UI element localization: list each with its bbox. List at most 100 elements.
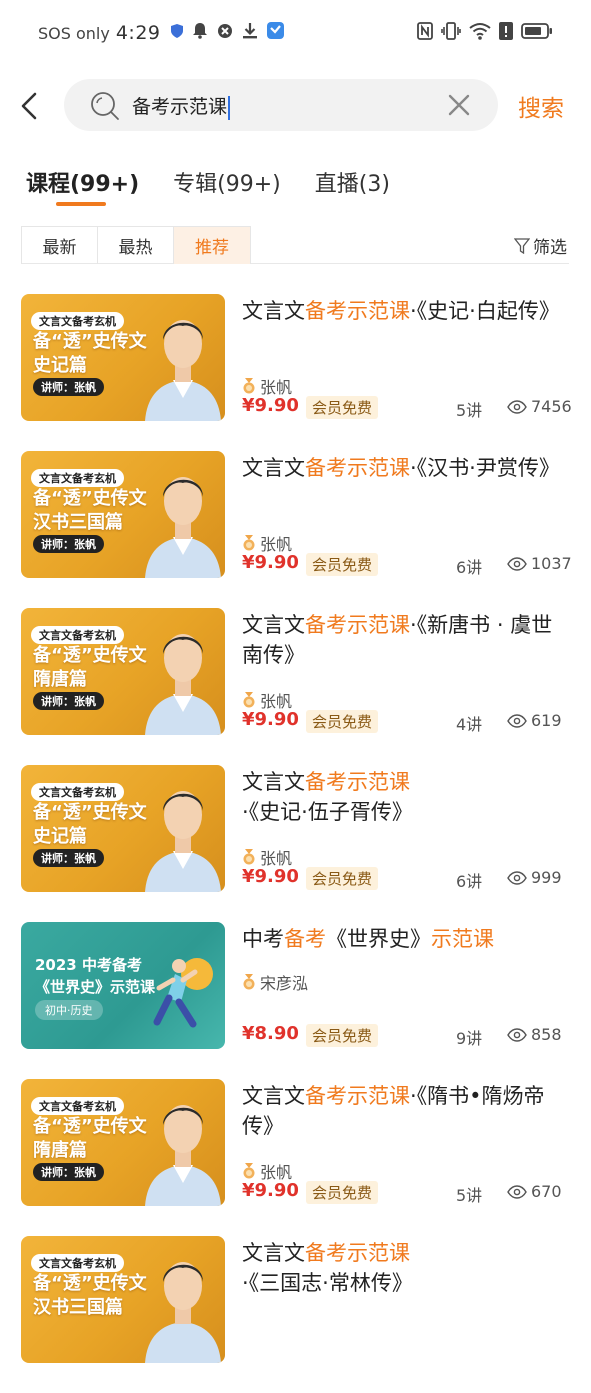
back-arrow-icon[interactable]	[18, 90, 42, 122]
thumbnail-series: 文言文备考玄机	[31, 312, 124, 330]
teacher-photo	[145, 1262, 221, 1363]
course-card[interactable]: 文言文备考玄机 备“透”史传文 隋唐篇 讲师：张帆 文言文备考示范课·《隋书•隋炀…	[0, 1079, 591, 1236]
shield-icon	[170, 23, 183, 43]
view-count: 619	[507, 711, 562, 730]
course-info: 文言文备考示范课·《史记·白起传》 张帆 ¥9.90 会员免费 5讲 7456	[242, 296, 572, 423]
lesson-count: 6讲	[456, 558, 483, 577]
medal-icon	[243, 974, 255, 990]
filter-button[interactable]: 筛选	[514, 233, 567, 258]
vip-free-badge: 会员免费	[306, 396, 379, 419]
search-query-text[interactable]: 备考示范课	[132, 92, 231, 120]
thumbnail-title: 2023 中考备考 《世界史》示范课	[35, 956, 156, 996]
course-title[interactable]: 文言文备考示范课·《三国志·常林传》	[242, 1238, 572, 1298]
thumbnail-title: 备“透”史传文 史记篇	[33, 802, 147, 847]
course-title[interactable]: 文言文备考示范课·《新唐书 · 虞世南传》	[242, 610, 572, 670]
price: ¥9.90	[242, 866, 299, 887]
vip-free-badge: 会员免费	[306, 710, 379, 733]
course-card[interactable]: 文言文备考玄机 备“透”史传文 史记篇 讲师：张帆 文言文备考示范课·《史记·伍子…	[0, 765, 591, 922]
price: ¥9.90	[242, 395, 299, 416]
course-card[interactable]: 文言文备考玄机 备“透”史传文 隋唐篇 讲师：张帆 文言文备考示范课·《新唐书 ·…	[0, 608, 591, 765]
clock: 4:29	[115, 22, 161, 44]
tab-live[interactable]: 直播(3)	[315, 166, 390, 210]
view-count: 999	[507, 868, 562, 887]
course-thumbnail: 文言文备考玄机 备“透”史传文 汉书三国篇 讲师：张帆	[21, 451, 225, 578]
vibrate-icon	[441, 21, 461, 45]
thumbnail-title: 备“透”史传文 史记篇	[33, 331, 147, 376]
course-title[interactable]: 文言文备考示范课·《隋书•隋炀帝传》	[242, 1081, 572, 1141]
course-title[interactable]: 文言文备考示范课·《史记·伍子胥传》	[242, 767, 572, 827]
wifi-icon	[469, 22, 491, 45]
course-title[interactable]: 中考备考《世界史》示范课	[242, 924, 572, 954]
course-title[interactable]: 文言文备考示范课·《汉书·尹赏传》	[242, 453, 572, 483]
course-card[interactable]: 文言文备考玄机 备“透”史传文 史记篇 讲师：张帆 文言文备考示范课·《史记·白起…	[0, 294, 591, 451]
clear-icon[interactable]	[448, 94, 470, 120]
lesson-count: 4讲	[456, 715, 483, 734]
vip-free-badge: 会员免费	[306, 553, 379, 576]
author: 宋彦泓	[242, 970, 308, 994]
carrier-label: SOS only	[38, 23, 110, 43]
course-info: 文言文备考示范课·《三国志·常林传》	[242, 1238, 572, 1365]
view-count: 858	[507, 1025, 562, 1044]
course-thumbnail: 文言文备考玄机 备“透”史传文 隋唐篇 讲师：张帆	[21, 608, 225, 735]
course-thumbnail: 2023 中考备考 《世界史》示范课 初中·历史	[21, 922, 225, 1049]
battery-icon	[521, 22, 553, 44]
thumbnail-teacher: 讲师：张帆	[33, 692, 104, 710]
vip-free-badge: 会员免费	[306, 1024, 379, 1047]
app-notification-icon	[266, 22, 284, 44]
medal-icon	[243, 692, 255, 708]
course-info: 文言文备考示范课·《隋书•隋炀帝传》 张帆 ¥9.90 会员免费 5讲 670	[242, 1081, 572, 1208]
price: ¥9.90	[242, 552, 299, 573]
course-thumbnail: 文言文备考玄机 备“透”史传文 史记篇 讲师：张帆	[21, 294, 225, 421]
sort-segment: 最新 最热 推荐	[21, 226, 251, 264]
thumbnail-teacher: 讲师：张帆	[33, 1163, 104, 1181]
nfc-icon	[417, 21, 433, 45]
medal-icon	[243, 1163, 255, 1179]
eye-icon	[507, 1184, 527, 1199]
thumbnail-title: 备“透”史传文 汉书三国篇	[33, 1273, 147, 1318]
search-input[interactable]: 备考示范课	[64, 79, 498, 131]
thumbnail-series: 文言文备考玄机	[31, 626, 124, 644]
thumbnail-teacher: 讲师：张帆	[33, 849, 104, 867]
thumbnail-series: 文言文备考玄机	[31, 783, 124, 801]
lesson-count: 9讲	[456, 1029, 483, 1048]
blocked-icon	[217, 23, 233, 44]
teacher-photo	[145, 634, 221, 735]
bell-icon	[192, 22, 208, 44]
tab-albums[interactable]: 专辑(99+)	[173, 166, 281, 210]
eye-icon	[507, 1027, 527, 1042]
view-count: 1037	[507, 554, 572, 573]
medal-icon	[243, 535, 255, 551]
teacher-photo	[145, 477, 221, 578]
medal-icon	[243, 849, 255, 865]
tab-courses[interactable]: 课程(99+)	[26, 166, 139, 210]
course-card[interactable]: 文言文备考玄机 备“透”史传文 汉书三国篇 文言文备考示范课·《三国志·常林传》	[0, 1236, 591, 1393]
thumbnail-series: 文言文备考玄机	[31, 1254, 124, 1272]
course-card[interactable]: 2023 中考备考 《世界史》示范课 初中·历史 中考备考《世界史》示范课 宋彦泓…	[0, 922, 591, 1079]
course-thumbnail: 文言文备考玄机 备“透”史传文 汉书三国篇	[21, 1236, 225, 1363]
course-thumbnail: 文言文备考玄机 备“透”史传文 史记篇 讲师：张帆	[21, 765, 225, 892]
course-info: 文言文备考示范课·《汉书·尹赏传》 张帆 ¥9.90 会员免费 6讲 1037	[242, 453, 572, 580]
search-button[interactable]: 搜索	[518, 89, 564, 123]
view-count: 670	[507, 1182, 562, 1201]
teacher-photo	[145, 1105, 221, 1206]
thumbnail-teacher: 讲师：张帆	[33, 378, 104, 396]
thumbnail-subject-tag: 初中·历史	[35, 1000, 103, 1020]
sort-hottest[interactable]: 最热	[98, 227, 174, 264]
price: ¥8.90	[242, 1023, 299, 1044]
status-bar: SOS only 4:29	[0, 0, 591, 66]
sort-recommended[interactable]: 推荐	[174, 227, 250, 264]
sort-latest[interactable]: 最新	[22, 227, 98, 264]
vip-free-badge: 会员免费	[306, 1181, 379, 1204]
eye-icon	[507, 713, 527, 728]
thumbnail-teacher: 讲师：张帆	[33, 535, 104, 553]
eye-icon	[507, 870, 527, 885]
course-card[interactable]: 文言文备考玄机 备“透”史传文 汉书三国篇 讲师：张帆 文言文备考示范课·《汉书·…	[0, 451, 591, 608]
thumbnail-title: 备“透”史传文 隋唐篇	[33, 645, 147, 690]
course-title[interactable]: 文言文备考示范课·《史记·白起传》	[242, 296, 572, 326]
alert-icon	[499, 21, 513, 45]
teacher-photo	[145, 791, 221, 892]
search-header: 备考示范课 搜索	[0, 78, 591, 134]
lesson-count: 5讲	[456, 401, 483, 420]
course-list: 文言文备考玄机 备“透”史传文 史记篇 讲师：张帆 文言文备考示范课·《史记·白起…	[0, 294, 591, 1393]
result-tabs: 课程(99+) 专辑(99+) 直播(3)	[26, 166, 424, 210]
